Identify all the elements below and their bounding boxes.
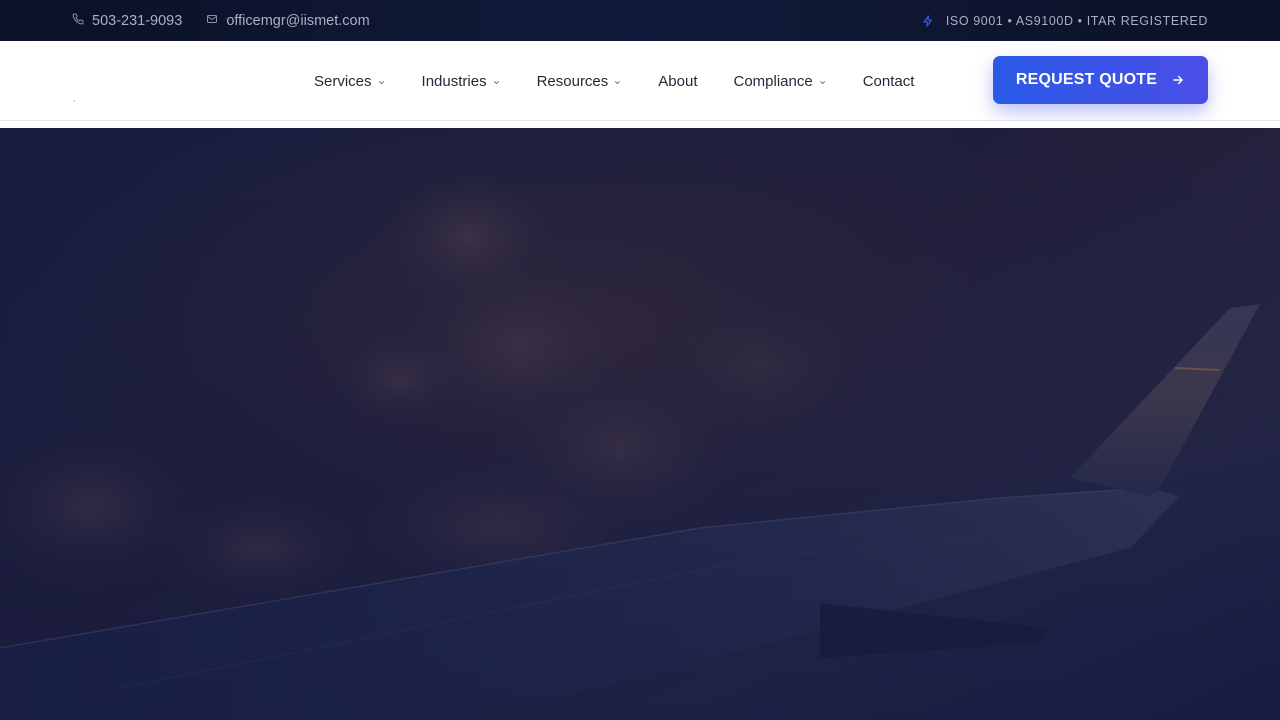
nav-item-about[interactable]: About — [658, 73, 697, 90]
request-quote-label: REQUEST QUOTE — [1015, 71, 1158, 88]
main-nav: Services Industries Resources About Comp… — [314, 41, 914, 121]
site-header: Services Industries Resources About Comp… — [0, 41, 1280, 121]
arrow-right-icon — [1173, 75, 1183, 85]
certifications: ISO 9001 • AS9100D • ITAR REGISTERED — [922, 14, 1208, 28]
phone-number: 503-231-9093 — [92, 12, 183, 29]
email-address: officemgr@iismet.com — [226, 12, 370, 29]
nav-label: Industries — [421, 72, 487, 90]
nav-item-industries[interactable]: Industries — [422, 73, 501, 90]
chevron-down-icon — [493, 80, 499, 84]
header-spacer — [0, 121, 1280, 128]
hero-section — [0, 128, 1280, 720]
nav-label: Contact — [862, 72, 915, 90]
nav-label: Services — [314, 72, 372, 90]
bolt-icon — [922, 14, 934, 27]
certifications-text: ISO 9001 • AS9100D • ITAR REGISTERED — [945, 13, 1208, 28]
nav-item-services[interactable]: Services — [314, 73, 386, 90]
request-quote-button[interactable]: REQUEST QUOTE — [993, 56, 1208, 104]
chevron-down-icon — [378, 80, 384, 84]
email-link[interactable]: officemgr@iismet.com — [206, 12, 370, 29]
logo[interactable] — [73, 100, 75, 102]
chevron-down-icon — [615, 80, 621, 84]
nav-label: Resources — [536, 72, 609, 90]
nav-label: Compliance — [733, 72, 813, 90]
hero-background-image — [0, 128, 1280, 720]
nav-item-resources[interactable]: Resources — [537, 73, 623, 90]
nav-item-contact[interactable]: Contact — [863, 73, 915, 90]
top-bar: 503-231-9093 officemgr@iismet.com ISO 90… — [0, 0, 1280, 41]
top-bar-contacts: 503-231-9093 officemgr@iismet.com — [72, 13, 370, 29]
phone-link[interactable]: 503-231-9093 — [72, 13, 182, 29]
chevron-down-icon — [819, 80, 825, 84]
mail-icon — [206, 13, 218, 29]
nav-item-compliance[interactable]: Compliance — [733, 73, 826, 90]
phone-icon — [72, 12, 84, 29]
nav-label: About — [658, 72, 698, 90]
